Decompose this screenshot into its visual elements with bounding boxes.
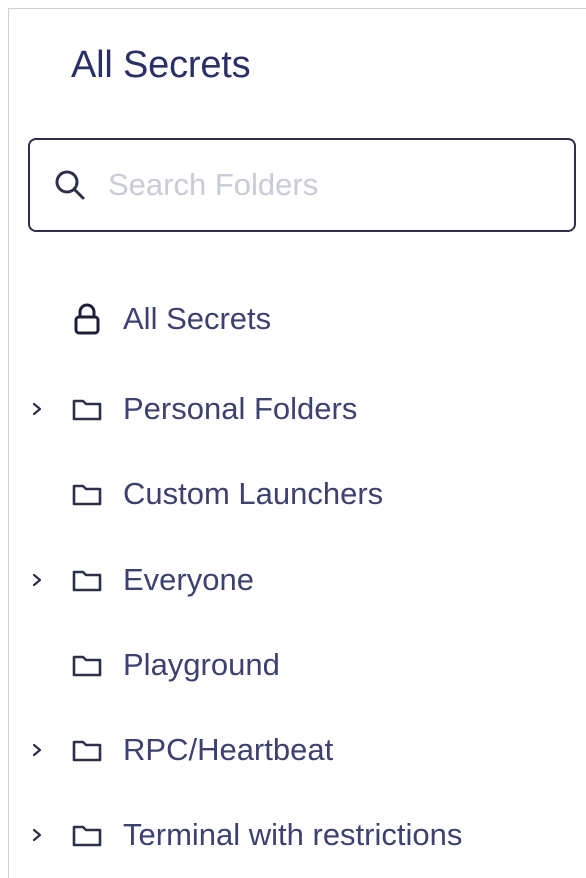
tree-item-label: Personal Folders (123, 391, 358, 426)
panel-title: All Secrets (71, 44, 251, 86)
tree-item-label: Custom Launchers (123, 476, 384, 511)
chevron-right-icon[interactable] (29, 827, 45, 843)
tree-item-label: Terminal with restrictions (123, 817, 463, 852)
tree-item-everyone[interactable]: Everyone (9, 550, 579, 610)
secrets-folder-panel: All Secrets All Secrets Personal Folders (8, 8, 586, 878)
chevron-right-icon[interactable] (29, 401, 45, 417)
tree-item-custom-launchers[interactable]: Custom Launchers (9, 464, 579, 524)
lock-icon (74, 303, 100, 335)
tree-item-playground[interactable]: Playground (9, 635, 579, 695)
search-input[interactable] (106, 166, 550, 204)
tree-item-all-secrets[interactable]: All Secrets (9, 289, 579, 349)
chevron-right-icon[interactable] (29, 572, 45, 588)
folder-icon (72, 655, 102, 677)
tree-item-label: Everyone (123, 562, 254, 597)
tree-item-label: All Secrets (123, 301, 272, 336)
tree-item-personal-folders[interactable]: Personal Folders (9, 379, 579, 439)
tree-item-rpc-heartbeat[interactable]: RPC/Heartbeat (9, 720, 579, 780)
chevron-right-icon[interactable] (29, 742, 45, 758)
tree-item-label: Playground (123, 647, 280, 682)
folder-icon (72, 570, 102, 592)
search-box[interactable] (28, 138, 576, 232)
folder-icon (72, 484, 102, 506)
folder-icon (72, 740, 102, 762)
folder-icon (72, 399, 102, 421)
tree-item-terminal-with-restrictions[interactable]: Terminal with restrictions (9, 805, 579, 865)
folder-icon (72, 825, 102, 847)
tree-item-label: RPC/Heartbeat (123, 732, 334, 767)
search-icon (55, 170, 85, 200)
